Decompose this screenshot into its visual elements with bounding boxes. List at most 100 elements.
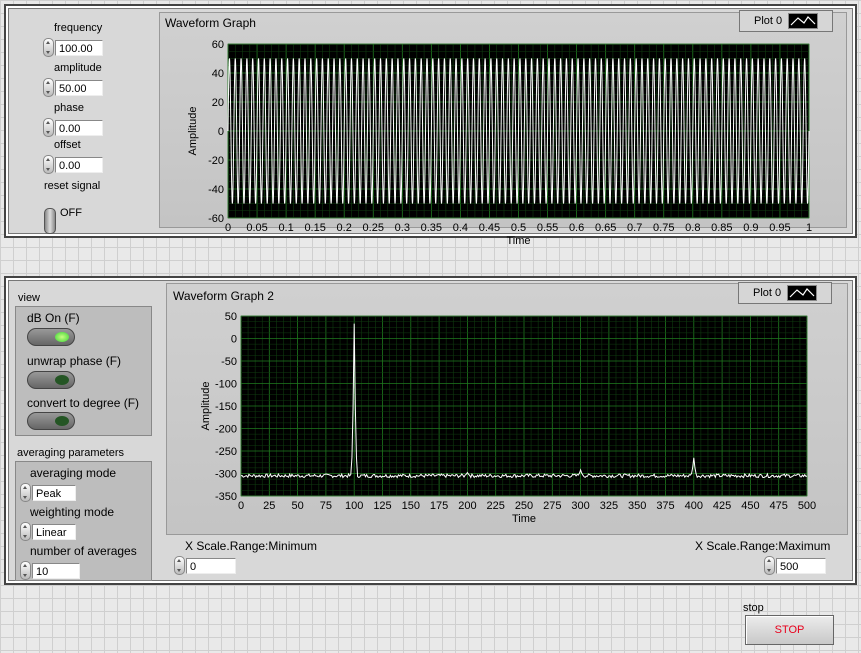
waveform-graph-legend[interactable]: Plot 0: [739, 10, 833, 32]
x-tick-label: 375: [656, 500, 674, 512]
x-tick-label: 200: [458, 500, 476, 512]
weighting-mode-control[interactable]: Linear: [20, 522, 76, 541]
waveform-graph-chart[interactable]: 0 0.05 0.1 0.15 0.2 0.25 0.3 0.35 0.4 0.45 0.5 0.55…: [159, 34, 845, 256]
x-tick-label: 100: [345, 500, 363, 512]
y-tick-label: 0: [231, 334, 237, 346]
y-tick-label: -100: [215, 379, 237, 391]
phase-input[interactable]: 0.00: [55, 119, 103, 136]
xscale-min-label: X Scale.Range:Minimum: [185, 539, 318, 553]
y-tick-label: -350: [215, 491, 237, 503]
xscale-min-control[interactable]: 0: [174, 556, 236, 575]
frequency-spinner[interactable]: [43, 38, 54, 57]
waveform-graph-2-title: Waveform Graph 2: [173, 289, 274, 303]
x-tick-label: 0.95: [769, 222, 790, 234]
x-tick-label: 0.25: [363, 222, 384, 234]
phase-control[interactable]: 0.00: [43, 118, 103, 137]
y-tick-label: -200: [215, 424, 237, 436]
amplitude-spinner[interactable]: [43, 78, 54, 97]
x-tick-label: 250: [515, 500, 533, 512]
line-plot-icon: [787, 285, 818, 301]
y-tick-label: -50: [221, 356, 237, 368]
x-tick-label: 0.35: [421, 222, 442, 234]
averaging-mode-value[interactable]: Peak: [32, 484, 76, 501]
led-indicator-icon: [55, 416, 69, 426]
led-indicator-icon: [55, 332, 69, 342]
xscale-max-spinner[interactable]: [764, 556, 775, 575]
number-of-averages-label: number of averages: [30, 544, 137, 558]
waveform-graph-2-chart[interactable]: 0 25 50 75 100 125 150 175 200 225 250 275 300 325 350…: [166, 306, 846, 532]
legend-plot-label: Plot 0: [753, 287, 782, 299]
x-tick-label: 0.15: [304, 222, 325, 234]
y-tick-label: 20: [212, 97, 224, 109]
y-tick-label: -40: [208, 184, 224, 196]
led-indicator-icon: [55, 375, 69, 385]
x-tick-label: 0.75: [653, 222, 674, 234]
y-tick-label: -60: [208, 213, 224, 225]
x-axis-label: Time: [506, 235, 530, 247]
xscale-max-control[interactable]: 500: [764, 556, 826, 575]
amplitude-label: amplitude: [54, 62, 102, 74]
y-tick-label: 50: [225, 311, 237, 323]
x-tick-label: 275: [543, 500, 561, 512]
stop-label: stop: [743, 602, 764, 614]
frequency-control[interactable]: 100.00: [43, 38, 103, 57]
x-tick-label: 325: [600, 500, 618, 512]
stop-button[interactable]: STOP: [745, 615, 834, 645]
x-tick-label: 0.05: [246, 222, 267, 234]
phase-spinner[interactable]: [43, 118, 54, 137]
legend-plot-label: Plot 0: [754, 15, 783, 27]
x-tick-label: 0.45: [479, 222, 500, 234]
x-tick-label: 400: [685, 500, 703, 512]
convert-degree-label: convert to degree (F): [27, 396, 140, 410]
waveform-graph-2-legend[interactable]: Plot 0: [738, 282, 832, 304]
frequency-label: frequency: [54, 22, 103, 34]
db-on-label: dB On (F): [27, 311, 80, 325]
xscale-min-input[interactable]: 0: [186, 557, 236, 574]
reset-signal-label: reset signal: [44, 180, 101, 192]
x-tick-label: 350: [628, 500, 646, 512]
x-tick-label: 225: [487, 500, 505, 512]
offset-control[interactable]: 0.00: [43, 155, 103, 174]
frequency-input[interactable]: 100.00: [55, 39, 103, 56]
db-on-button[interactable]: [27, 328, 75, 346]
y-tick-label: -300: [215, 469, 237, 481]
weighting-mode-value[interactable]: Linear: [32, 523, 76, 540]
x-tick-label: 75: [320, 500, 332, 512]
offset-spinner[interactable]: [43, 155, 54, 174]
number-of-averages-control[interactable]: 10: [20, 561, 80, 580]
number-of-averages-spinner[interactable]: [20, 561, 31, 580]
unwrap-phase-label: unwrap phase (F): [27, 354, 122, 368]
x-tick-label: 0.3: [395, 222, 410, 234]
x-tick-label: 0.5: [511, 222, 526, 234]
y-axis-label: Amplitude: [187, 107, 199, 156]
weighting-mode-label: weighting mode: [30, 505, 115, 519]
reset-signal-toggle[interactable]: [44, 208, 56, 234]
unwrap-phase-button[interactable]: [27, 371, 75, 389]
x-tick-label: 0.8: [685, 222, 700, 234]
xscale-max-input[interactable]: 500: [776, 557, 826, 574]
convert-degree-button[interactable]: [27, 412, 75, 430]
y-tick-label: -150: [215, 401, 237, 413]
x-tick-label: 0: [238, 500, 244, 512]
x-tick-label: 0.4: [453, 222, 468, 234]
x-tick-label: 25: [263, 500, 275, 512]
y-tick-label: 40: [212, 68, 224, 80]
x-tick-label: 425: [713, 500, 731, 512]
number-of-averages-input[interactable]: 10: [32, 562, 80, 579]
x-tick-label: 300: [571, 500, 589, 512]
waveform-graph-title: Waveform Graph: [165, 16, 256, 30]
averaging-mode-control[interactable]: Peak: [20, 483, 76, 502]
x-tick-label: 0.9: [743, 222, 758, 234]
averaging-mode-spinner[interactable]: [20, 483, 31, 502]
y-tick-label: 60: [212, 39, 224, 51]
x-tick-label: 0.7: [627, 222, 642, 234]
offset-input[interactable]: 0.00: [55, 156, 103, 173]
amplitude-input[interactable]: 50.00: [55, 79, 103, 96]
amplitude-control[interactable]: 50.00: [43, 78, 103, 97]
xscale-min-spinner[interactable]: [174, 556, 185, 575]
x-tick-label: 1: [806, 222, 812, 234]
x-tick-label: 0.85: [711, 222, 732, 234]
x-tick-label: 0.2: [337, 222, 352, 234]
line-plot-icon: [788, 13, 819, 29]
weighting-mode-spinner[interactable]: [20, 522, 31, 541]
